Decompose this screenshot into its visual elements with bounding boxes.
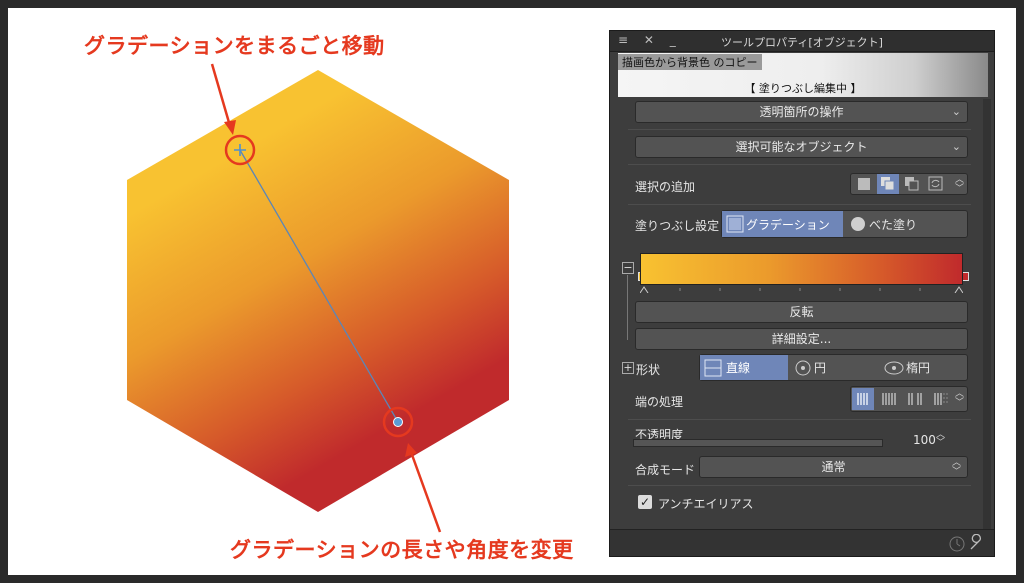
panel-title: ツールプロパティ[オブジェクト] (721, 36, 883, 49)
reverse-button[interactable]: 反転 (635, 301, 968, 323)
selectable-object-dropdown[interactable]: 選択可能なオブジェクト ⌄ (635, 136, 968, 158)
transparent-area-label: 透明箇所の操作 (759, 105, 844, 119)
line-shape-icon (704, 359, 722, 376)
divider (628, 485, 971, 486)
opacity-value[interactable]: 100 (913, 433, 936, 447)
shape-group: 直線 円 楕円 (699, 354, 968, 381)
fill-setting-label: 塗りつぶし設定 (635, 219, 720, 233)
blend-mode-select[interactable]: 通常 ︿ ﹀ (699, 456, 968, 478)
collapse-icon[interactable]: − (622, 262, 634, 274)
opacity-slider[interactable] (633, 439, 883, 447)
transparent-area-dropdown[interactable]: 透明箇所の操作 ⌄ (635, 101, 968, 123)
annotation-move-text: グラデーションをまるごと移動 (84, 34, 385, 58)
blend-mode-label: 合成モード (635, 463, 696, 477)
fill-gradient-label: グラデーション (746, 217, 830, 232)
chevron-down-icon[interactable]: ﹀ (955, 399, 964, 408)
chevron-down-icon[interactable]: ﹀ (955, 185, 964, 194)
edge-transparent-icon[interactable] (930, 388, 952, 410)
chevron-updown-icon: ︿ ﹀ (951, 458, 961, 477)
edge-handling-label: 端の処理 (635, 395, 684, 409)
ellipse-shape-icon (884, 361, 904, 374)
selection-add-label: 選択の追加 (635, 180, 696, 194)
shape-label: 形状 (636, 363, 661, 377)
panel-scrollbar[interactable] (983, 99, 991, 529)
fill-solid-option[interactable]: べた塗り (845, 211, 967, 237)
antialias-label: アンチエイリアス (658, 497, 754, 511)
brush-preview: 描画色から背景色 のコピー 【 塗りつぶし編集中 】 (618, 53, 988, 97)
circle-shape-icon (795, 360, 811, 375)
blend-mode-value: 通常 (821, 460, 846, 474)
edge-none-icon[interactable] (852, 388, 874, 410)
expand-icon[interactable]: + (622, 362, 634, 374)
solid-fill-icon (851, 217, 865, 231)
shape-circle-option[interactable]: 円 (790, 355, 878, 380)
shape-ellipse-option[interactable]: 楕円 (880, 355, 968, 380)
antialias-checkbox[interactable]: ✓ (638, 495, 652, 509)
group-bracket (627, 275, 628, 340)
fill-solid-label: べた塗り (869, 217, 918, 232)
selection-mode-group: ︿ ﹀ (850, 173, 968, 195)
chevron-up-icon[interactable]: ︿ (955, 390, 964, 399)
gradient-icon (726, 215, 744, 233)
panel-footer (610, 529, 994, 556)
chevron-down-icon: ⌄ (951, 140, 961, 153)
fill-type-group: グラデーション べた塗り (721, 210, 968, 238)
shape-circle-label: 円 (814, 361, 827, 375)
selection-subtract-icon[interactable] (901, 174, 923, 194)
divider (628, 129, 971, 130)
chevron-up-icon[interactable]: ︿ (955, 176, 964, 185)
shape-line-option[interactable]: 直線 (700, 355, 788, 380)
wrench-icon[interactable] (968, 534, 986, 552)
divider (628, 164, 971, 165)
hexagon-shape (127, 70, 509, 512)
annotation-resize-text: グラデーションの長さや角度を変更 (230, 538, 574, 562)
gradient-bar[interactable] (640, 253, 963, 285)
preview-name: 描画色から背景色 のコピー (618, 54, 762, 70)
fill-gradient-option[interactable]: グラデーション (722, 211, 843, 237)
edge-reflect-icon[interactable] (904, 388, 926, 410)
detail-settings-button[interactable]: 詳細設定... (635, 328, 968, 350)
edge-repeat-icon[interactable] (878, 388, 900, 410)
selection-toggle-icon[interactable] (925, 174, 947, 194)
shape-line-label: 直線 (726, 361, 751, 375)
gradient-ticks (640, 286, 963, 293)
panel-titlebar: ≡ ✕ _ ツールプロパティ[オブジェクト] (610, 31, 994, 52)
tool-property-panel: ≡ ✕ _ ツールプロパティ[オブジェクト] 描画色から背景色 のコピー 【 塗… (609, 30, 995, 557)
selection-new-icon[interactable] (853, 174, 875, 194)
chevron-down-icon[interactable]: ﹀ (936, 439, 945, 448)
chevron-down-icon: ⌄ (951, 105, 961, 118)
selection-add-icon[interactable] (877, 174, 899, 194)
preview-status: 【 塗りつぶし編集中 】 (744, 82, 862, 95)
shape-ellipse-label: 楕円 (906, 361, 931, 375)
edge-mode-group: ︿ ﹀ (850, 386, 968, 412)
divider (628, 204, 971, 205)
divider (628, 419, 971, 420)
timer-icon[interactable] (948, 534, 966, 552)
selectable-object-label: 選択可能なオブジェクト (735, 140, 868, 154)
